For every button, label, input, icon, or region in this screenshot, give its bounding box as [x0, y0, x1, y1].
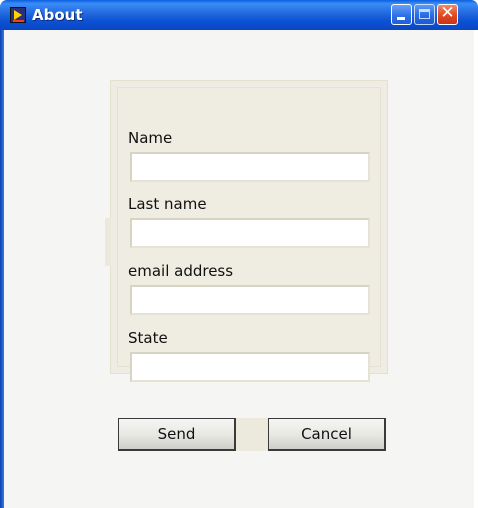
maximize-icon [419, 9, 430, 19]
title-bar[interactable]: About ✕ [0, 0, 478, 30]
window-title: About [32, 6, 83, 24]
name-label: Name [128, 129, 173, 147]
send-button[interactable]: Send [118, 418, 236, 451]
last-name-field[interactable] [130, 218, 370, 248]
state-field[interactable] [130, 352, 370, 382]
about-window: About ✕ Name Last name email address Sta… [0, 0, 478, 508]
minimize-button[interactable] [391, 4, 412, 25]
close-icon: ✕ [440, 3, 455, 23]
cancel-button[interactable]: Cancel [268, 418, 386, 451]
email-field[interactable] [130, 285, 370, 315]
close-button[interactable]: ✕ [437, 4, 458, 25]
last-name-label: Last name [128, 195, 207, 213]
maximize-button[interactable] [414, 4, 435, 25]
state-label: State [128, 329, 168, 347]
name-field[interactable] [130, 152, 370, 182]
minimize-icon [397, 17, 405, 20]
app-icon [10, 7, 26, 23]
button-gap [236, 418, 268, 451]
email-label: email address [128, 262, 234, 280]
panel-notch [105, 218, 111, 266]
